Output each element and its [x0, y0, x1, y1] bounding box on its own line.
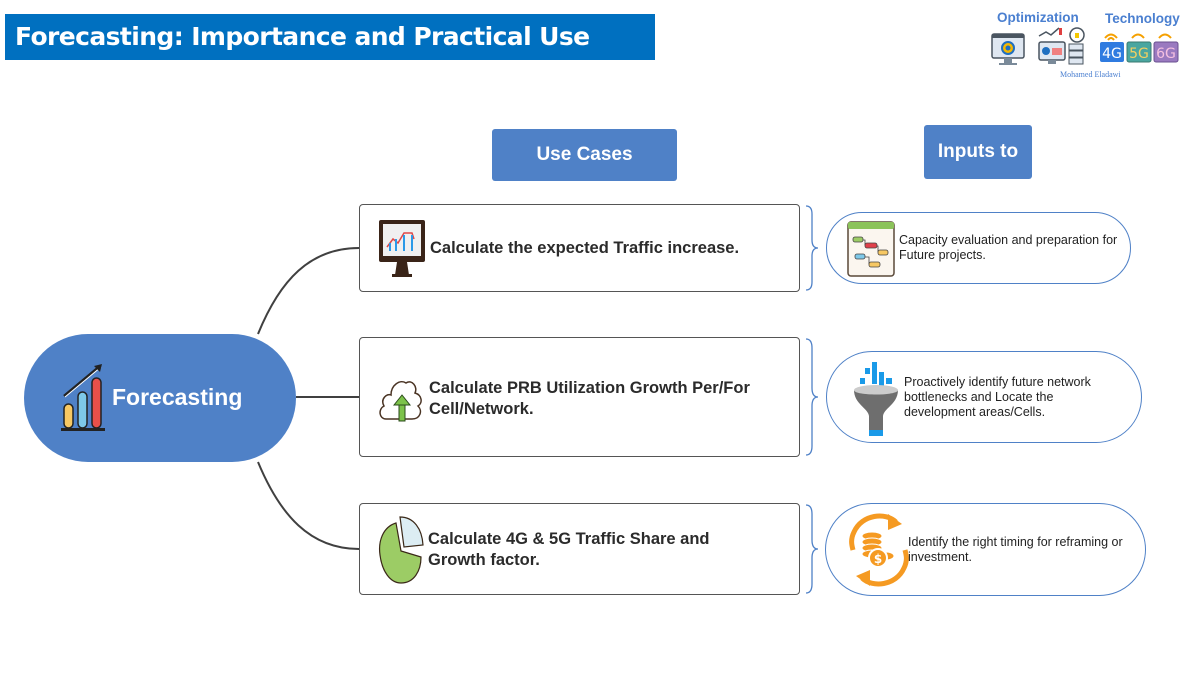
use-case-prb-utilization: Calculate PRB Utilization Growth Per/For…	[359, 337, 800, 457]
brace-2	[805, 338, 819, 456]
monitor-chart-icon	[379, 220, 425, 277]
money-cycle-icon: $	[849, 513, 909, 587]
use-case-text: Calculate the expected Traffic increase.	[430, 239, 740, 257]
input-text: Identify the right timing for reframing …	[908, 535, 1123, 564]
brace-3	[805, 504, 819, 594]
input-text: Proactively identify future network bott…	[904, 375, 1091, 419]
bar-chart-growth-icon	[61, 364, 105, 431]
use-case-text: Calculate PRB Utilization Growth Per/For…	[429, 379, 750, 418]
use-case-text: Calculate 4G & 5G Traffic Share and Grow…	[428, 530, 710, 569]
use-case-traffic-share: Calculate 4G & 5G Traffic Share and Grow…	[359, 503, 800, 595]
hub-label: Forecasting	[112, 384, 243, 410]
cloud-upload-icon	[379, 381, 422, 422]
pie-chart-icon	[378, 516, 424, 584]
input-reframing-timing: $ Identify the right timing for reframin…	[825, 503, 1146, 596]
connector-to-case-1	[257, 247, 360, 335]
forecasting-hub: Forecasting	[24, 334, 296, 462]
gantt-board-icon	[847, 221, 895, 277]
brace-1	[805, 205, 819, 291]
use-case-traffic-increase: Calculate the expected Traffic increase.	[359, 204, 800, 292]
input-bottleneck-identification: Proactively identify future network bott…	[826, 351, 1142, 443]
input-capacity-evaluation: Capacity evaluation and preparation for …	[826, 212, 1131, 284]
connector-to-case-3	[257, 461, 360, 550]
data-funnel-icon	[854, 362, 898, 436]
svg-text:$: $	[874, 552, 882, 566]
input-text: Capacity evaluation and preparation for …	[899, 233, 1118, 262]
